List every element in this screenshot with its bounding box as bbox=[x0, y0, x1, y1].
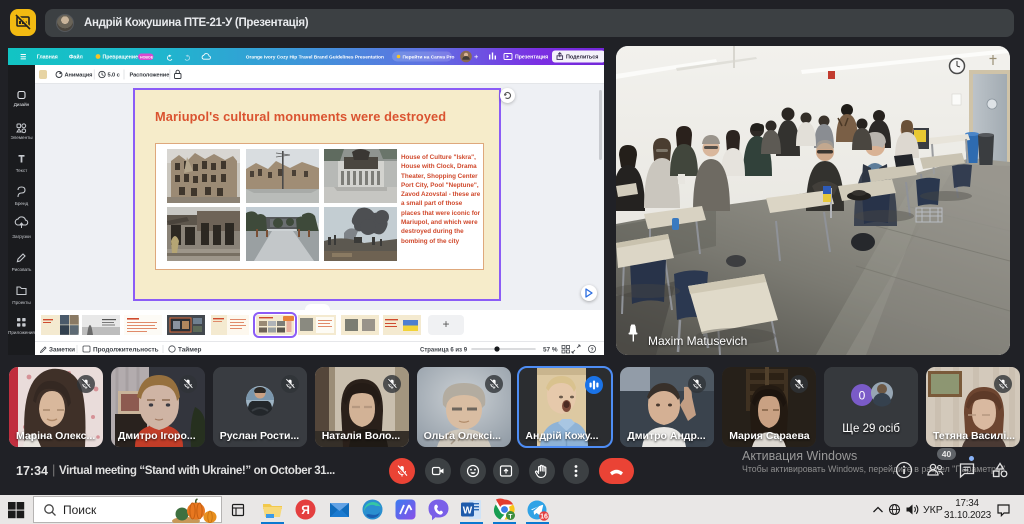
svg-text:Анимация: Анимация bbox=[65, 73, 93, 79]
svg-text:Страница 6 из 9: Страница 6 из 9 bbox=[420, 348, 468, 354]
svg-text:Приложения: Приложения bbox=[8, 330, 35, 335]
svg-text:W: W bbox=[463, 506, 473, 517]
svg-text:5.0 с: 5.0 с bbox=[108, 73, 120, 79]
svg-text:?: ? bbox=[591, 347, 594, 353]
svg-text:Презентация: Презентация bbox=[515, 54, 548, 60]
svg-text:Файл: Файл bbox=[69, 54, 83, 61]
svg-text:Поделиться: Поделиться bbox=[566, 54, 598, 60]
svg-text:Дизайн: Дизайн bbox=[14, 101, 30, 107]
svg-text:Продолжительность: Продолжительность bbox=[93, 347, 159, 354]
svg-text:Превращение: Превращение bbox=[103, 55, 139, 61]
svg-text:Элементы: Элементы bbox=[10, 135, 32, 140]
svg-text:+: + bbox=[474, 52, 479, 61]
svg-text:Проекты: Проекты bbox=[12, 300, 30, 305]
svg-text:Расположение: Расположение bbox=[130, 73, 170, 79]
svg-text:Я: Я bbox=[301, 503, 310, 517]
svg-text:НОВОЕ: НОВОЕ bbox=[140, 55, 154, 59]
svg-text:Текст: Текст bbox=[16, 168, 28, 173]
svg-text:Заметки: Заметки bbox=[49, 347, 75, 354]
svg-text:Бренд: Бренд bbox=[15, 201, 29, 206]
svg-text:Перейти на Canva Pro: Перейти на Canva Pro bbox=[403, 53, 455, 60]
svg-text:0: 0 bbox=[859, 389, 866, 403]
svg-text:57 %: 57 % bbox=[543, 347, 558, 354]
svg-text:Загрузки: Загрузки bbox=[12, 234, 31, 239]
svg-text:T: T bbox=[509, 513, 513, 520]
svg-text:Рисовать: Рисовать bbox=[12, 267, 32, 272]
svg-text:Таймер: Таймер bbox=[178, 346, 202, 354]
svg-text:Главная: Главная bbox=[37, 55, 58, 61]
svg-text:T: T bbox=[19, 154, 25, 164]
svg-text:Orange Ivory Cozy Hip Travel B: Orange Ivory Cozy Hip Travel Brand Guide… bbox=[246, 54, 384, 60]
svg-text:16: 16 bbox=[540, 514, 548, 521]
